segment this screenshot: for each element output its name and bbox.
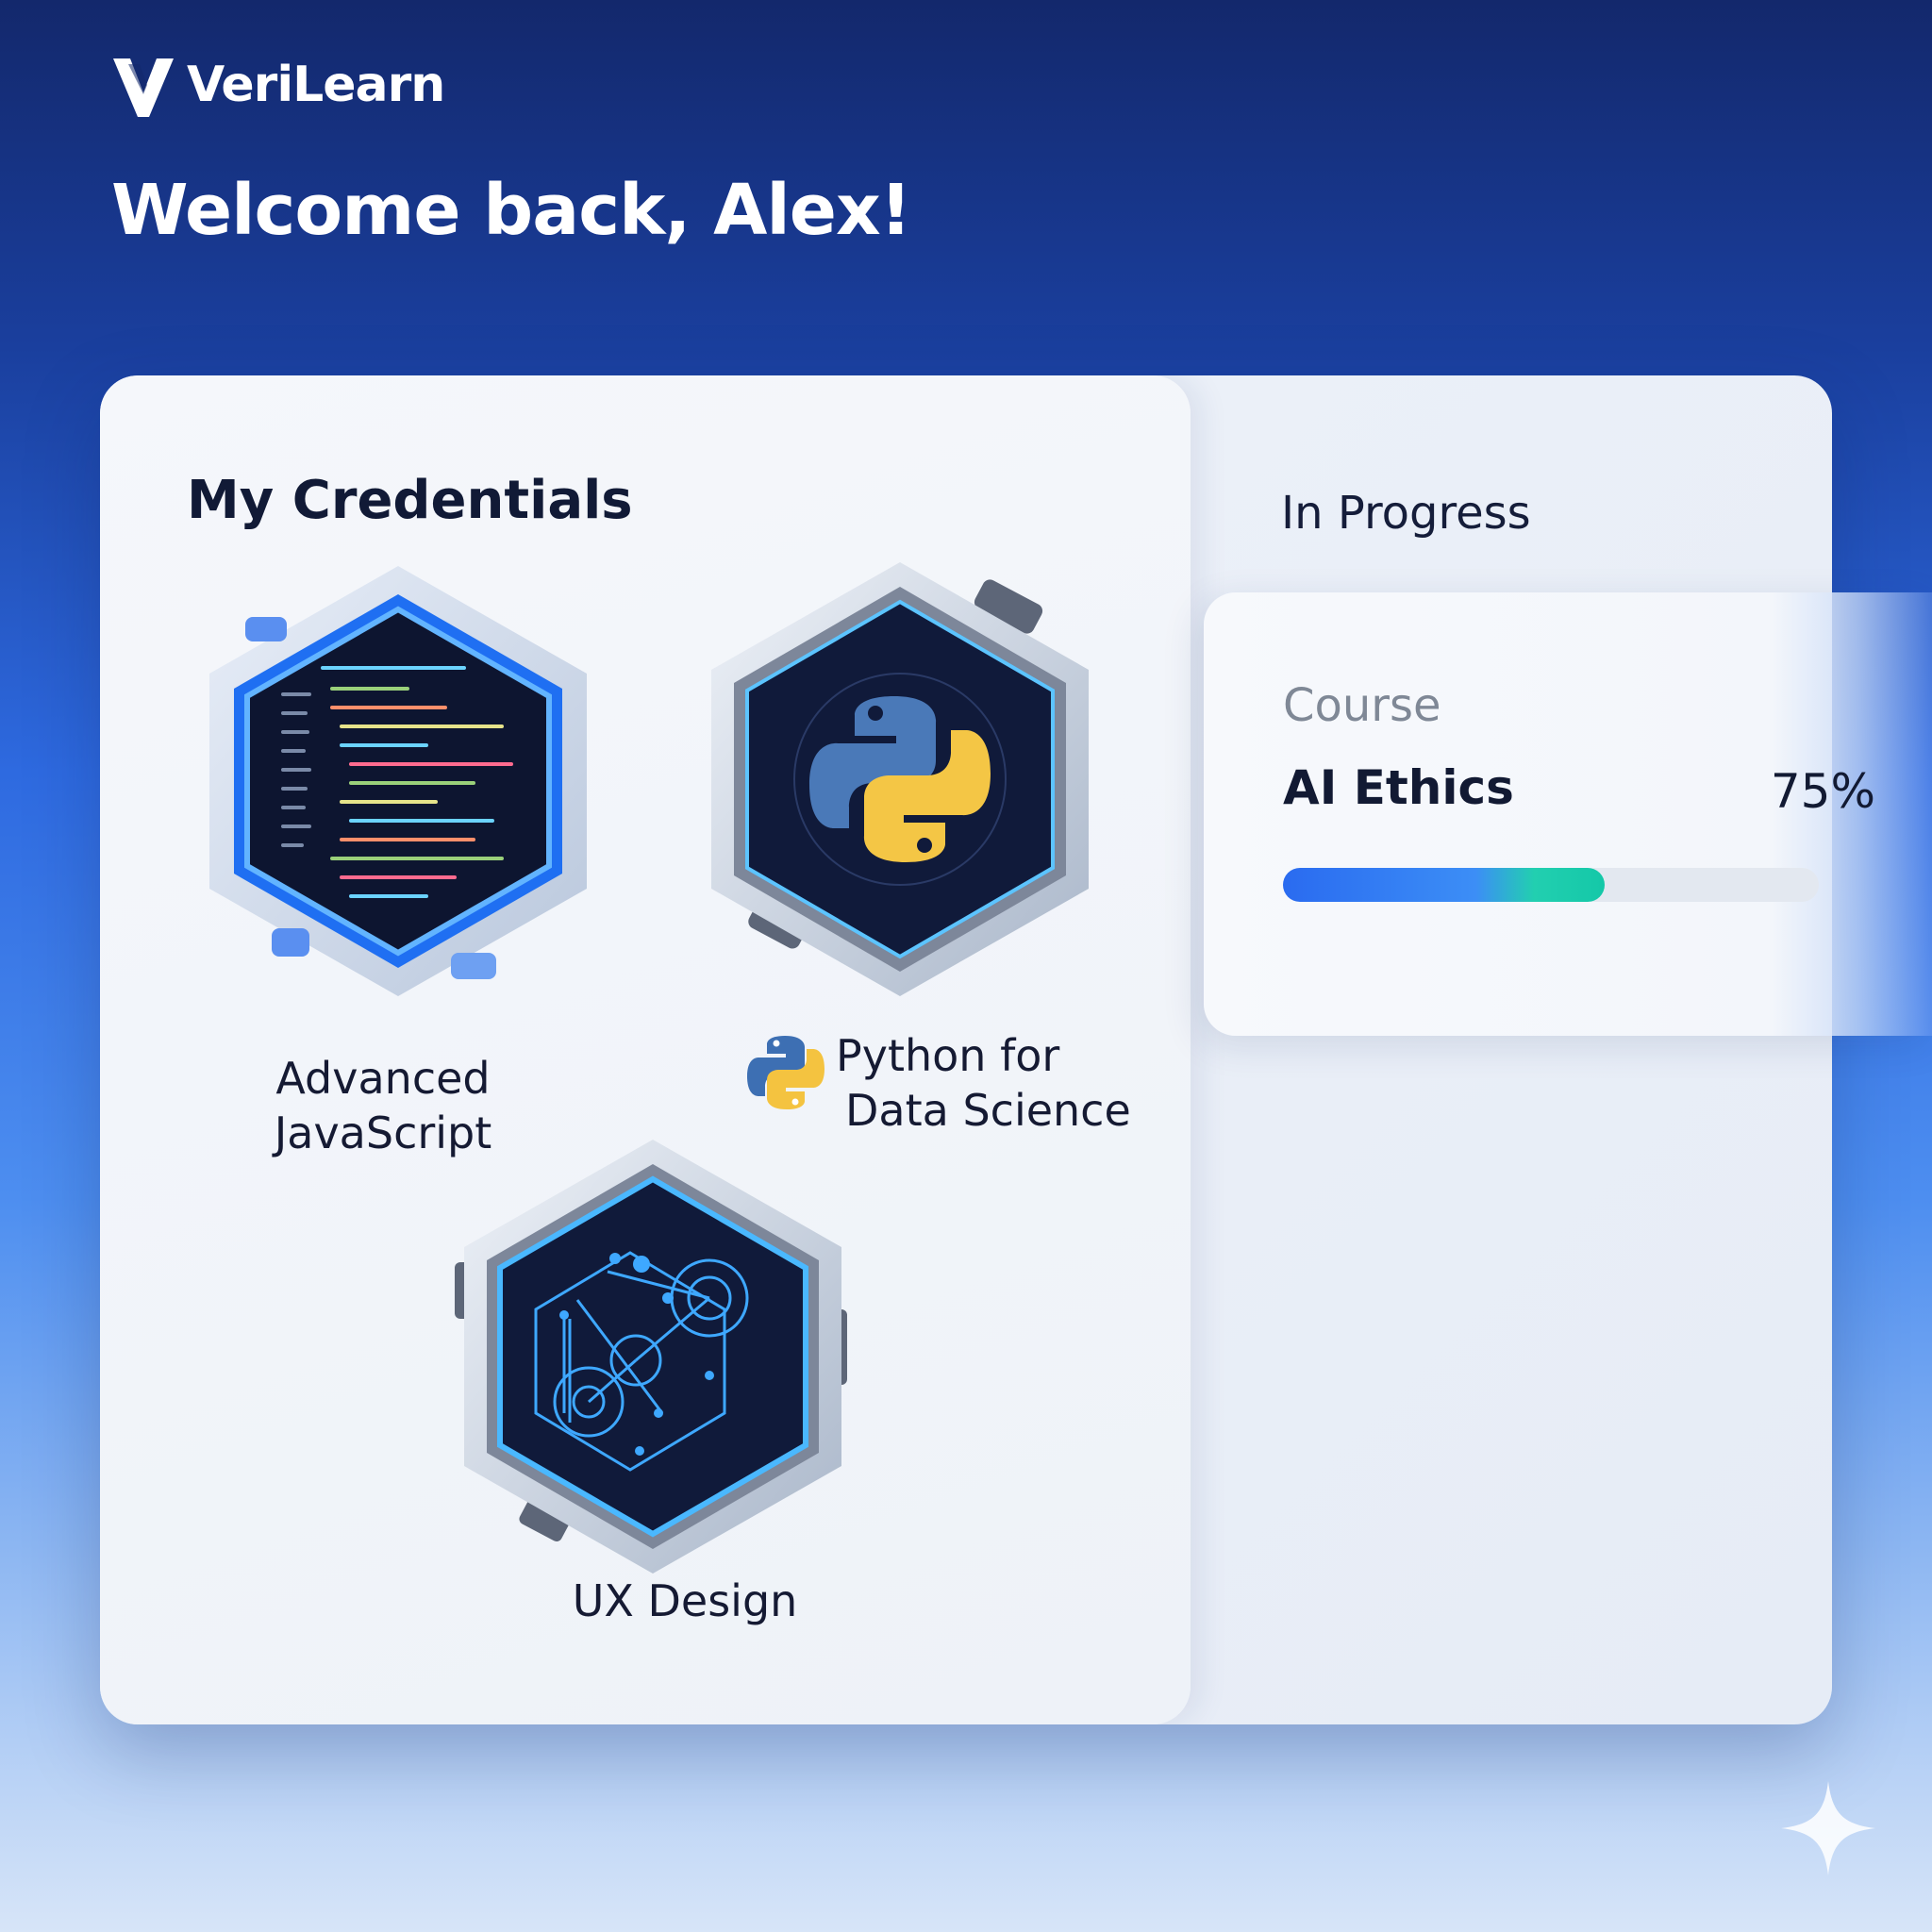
- python-badge-icon: [711, 562, 1089, 996]
- welcome-heading: Welcome back, Alex!: [111, 170, 911, 251]
- credential-label-python: Python for Data Science: [836, 1028, 1232, 1138]
- in-progress-title: In Progress: [1281, 487, 1531, 540]
- credential-badge-python[interactable]: [692, 553, 1108, 1006]
- course-progress-bar: [1283, 868, 1819, 902]
- course-percent: 75%: [1770, 764, 1875, 819]
- course-progress-card[interactable]: Course AI Ethics 75%: [1204, 592, 1932, 1036]
- credential-label-line2: Data Science: [845, 1085, 1131, 1136]
- credential-badge-ux[interactable]: [445, 1130, 860, 1583]
- ux-network-badge-icon: [455, 1140, 847, 1574]
- brand-name: VeriLearn: [187, 57, 445, 113]
- course-progress-fill: [1283, 868, 1605, 902]
- credential-label-line1: Advanced: [275, 1053, 491, 1104]
- code-screen-badge-icon: [209, 566, 587, 996]
- credentials-panel: My Credentials Advanced JavaScript Pytho…: [100, 375, 1191, 1724]
- course-caption: Course: [1283, 679, 1441, 732]
- course-name: AI Ethics: [1283, 760, 1514, 815]
- credential-badge-javascript[interactable]: [191, 555, 606, 1008]
- credential-label-ux: UX Design: [572, 1575, 798, 1626]
- credential-label-line1: Python for: [836, 1030, 1060, 1081]
- sparkle-icon: [1781, 1781, 1875, 1875]
- python-logo-icon: [747, 1036, 824, 1109]
- credentials-title: My Credentials: [187, 470, 633, 531]
- dashboard-panel: My Credentials Advanced JavaScript Pytho…: [100, 375, 1832, 1724]
- verilearn-logo-icon: [113, 58, 174, 117]
- brand-logo[interactable]: VeriLearn: [109, 49, 445, 121]
